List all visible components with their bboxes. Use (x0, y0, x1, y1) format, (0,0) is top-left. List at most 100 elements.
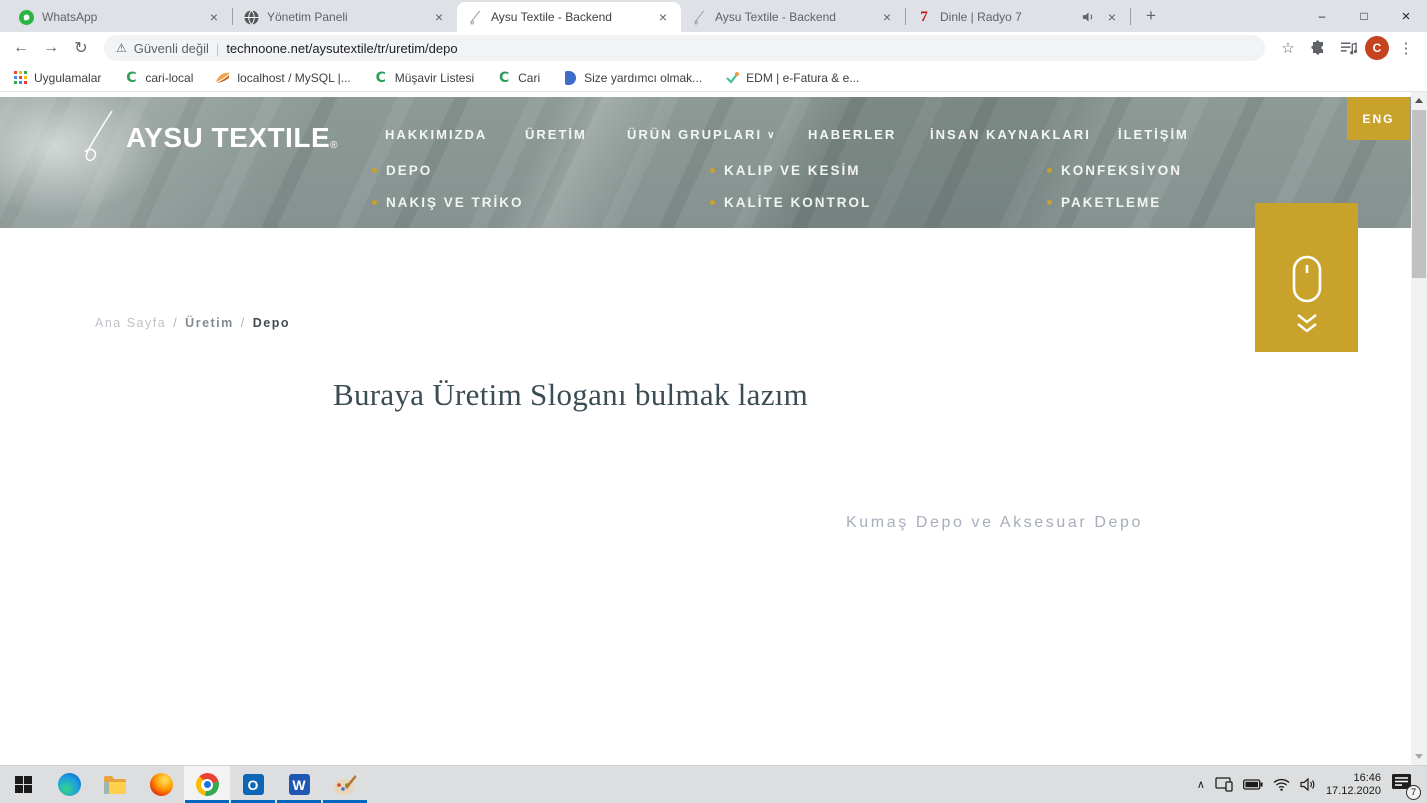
browser-menu-icon[interactable]: ⋮ (1393, 35, 1419, 61)
bookmarks-bar: Uygulamalar C cari-local localhost / MyS… (0, 64, 1427, 92)
submenu-konfeksiyon[interactable]: KONFEKSİYON (1047, 163, 1182, 178)
url-text[interactable]: technoone.net/aysutextile/tr/uretim/depo (226, 41, 457, 56)
close-icon[interactable]: × (655, 9, 671, 25)
window-controls: – □ × (1301, 0, 1427, 32)
bookmark-label: Size yardımcı olmak... (584, 71, 702, 85)
bullet-icon (710, 200, 715, 205)
display-icon[interactable] (1215, 777, 1233, 792)
cari-icon: C (123, 70, 139, 86)
window-maximize-button[interactable]: □ (1343, 0, 1385, 32)
tab-yonetim-paneli[interactable]: Yönetim Paneli × (233, 2, 457, 32)
breadcrumb-current: Depo (253, 316, 290, 330)
outlook-icon: O (241, 773, 265, 797)
close-icon[interactable]: × (879, 9, 895, 25)
tab-audio-icon[interactable] (1080, 9, 1096, 25)
breadcrumb-section[interactable]: Üretim (185, 316, 234, 330)
close-icon[interactable]: × (431, 9, 447, 25)
submenu-nakis-ve-triko[interactable]: NAKIŞ VE TRİKO (372, 195, 524, 210)
wifi-icon[interactable] (1273, 778, 1290, 791)
bookmark-label: cari-local (145, 71, 193, 85)
tab-aysu-textile-2[interactable]: Aysu Textile - Backend × (681, 2, 905, 32)
close-icon[interactable]: × (206, 9, 222, 25)
bullet-icon (710, 168, 715, 173)
submenu-kalip-ve-kesim[interactable]: KALIP VE KESİM (710, 163, 861, 178)
volume-icon[interactable] (1300, 778, 1316, 791)
media-controls-icon[interactable] (1335, 35, 1361, 61)
nav-iletisim[interactable]: İLETİŞİM (1118, 127, 1189, 142)
start-button[interactable] (0, 766, 46, 803)
taskbar-paint[interactable] (322, 766, 368, 803)
security-label: Güvenli değil (134, 41, 209, 56)
close-icon[interactable]: × (1104, 9, 1120, 25)
taskbar-word[interactable]: W (276, 766, 322, 803)
bookmark-size-yardimci[interactable]: Size yardımcı olmak... (562, 70, 702, 86)
mouse-icon (1291, 255, 1323, 303)
window-minimize-button[interactable]: – (1301, 0, 1343, 32)
tab-title: Aysu Textile - Backend (715, 10, 871, 24)
needle-icon (691, 9, 707, 25)
bookmark-label: Cari (518, 71, 540, 85)
scrollbar-thumb[interactable] (1412, 110, 1426, 278)
back-button[interactable]: ← (8, 35, 34, 61)
window-close-button[interactable]: × (1385, 0, 1427, 32)
scroll-down-indicator[interactable] (1255, 203, 1358, 352)
submenu-paketleme[interactable]: PAKETLEME (1047, 195, 1161, 210)
bookmark-musavir-listesi[interactable]: C Müşavir Listesi (373, 70, 474, 86)
bullet-icon (372, 200, 377, 205)
chevron-down-icon: ∨ (767, 130, 774, 141)
nav-uretim[interactable]: ÜRETİM (525, 127, 587, 142)
bookmark-apps[interactable]: Uygulamalar (12, 70, 101, 86)
bookmark-cari[interactable]: C Cari (496, 70, 540, 86)
nav-hakkimizda[interactable]: HAKKIMIZDA (385, 127, 487, 142)
nav-haberler[interactable]: HABERLER (808, 127, 896, 142)
reload-button[interactable]: ↻ (68, 35, 94, 61)
bookmark-phpmyadmin[interactable]: localhost / MySQL |... (215, 70, 350, 86)
address-bar[interactable]: ⚠ Güvenli değil | technoone.net/aysutext… (104, 35, 1265, 61)
bookmark-star-icon[interactable]: ☆ (1275, 35, 1301, 61)
taskbar-clock[interactable]: 16:46 17.12.2020 (1326, 772, 1381, 798)
not-secure-icon[interactable]: ⚠ (116, 41, 127, 55)
apps-grid-icon (12, 70, 28, 86)
page-title: Buraya Üretim Sloganı bulmak lazım (333, 377, 808, 413)
bookmark-label: localhost / MySQL |... (237, 71, 350, 85)
bookmark-edm-efatura[interactable]: EDM | e-Fatura & e... (724, 70, 859, 86)
bookmark-cari-local[interactable]: C cari-local (123, 70, 193, 86)
page-scrollbar[interactable] (1411, 92, 1427, 765)
scrollbar-up-arrow[interactable] (1415, 98, 1423, 103)
extensions-icon[interactable] (1305, 35, 1331, 61)
submenu-depo[interactable]: DEPO (372, 163, 432, 178)
cari-icon: C (496, 70, 512, 86)
browser-tab-strip: WhatsApp × Yönetim Paneli × Aysu Textile… (0, 0, 1427, 32)
new-tab-button[interactable]: + (1137, 2, 1165, 30)
word-icon: W (287, 773, 311, 797)
notification-center-icon[interactable]: 7 (1391, 773, 1417, 797)
site-header-hero: AYSU TEXTILE® HAKKIMIZDA ÜRETİM ÜRÜN GRU… (0, 97, 1411, 228)
forward-button[interactable]: → (38, 35, 64, 61)
address-divider: | (216, 41, 219, 56)
nav-insan-kaynaklari[interactable]: İNSAN KAYNAKLARI (930, 127, 1091, 142)
tab-whatsapp[interactable]: WhatsApp × (8, 2, 232, 32)
site-logo[interactable]: AYSU TEXTILE® (78, 109, 338, 172)
taskbar-outlook[interactable]: O (230, 766, 276, 803)
tab-aysu-textile-active[interactable]: Aysu Textile - Backend × (457, 2, 681, 32)
profile-avatar[interactable]: C (1365, 36, 1389, 60)
battery-icon[interactable] (1243, 779, 1263, 790)
edge-icon (57, 773, 81, 797)
tray-expand-icon[interactable]: ∧ (1197, 778, 1205, 791)
nav-urun-gruplari[interactable]: ÜRÜN GRUPLARI∨ (627, 127, 774, 142)
taskbar-chrome[interactable] (184, 766, 230, 803)
submenu-kalite-kontrol[interactable]: KALİTE KONTROL (710, 195, 871, 210)
file-explorer-icon (103, 773, 127, 797)
tab-radyo7[interactable]: 7 Dinle | Radyo 7 × (906, 2, 1130, 32)
clock-time: 16:46 (1326, 772, 1381, 785)
taskbar-file-explorer[interactable] (92, 766, 138, 803)
taskbar-edge[interactable] (46, 766, 92, 803)
language-switch-eng[interactable]: ENG (1347, 97, 1410, 140)
scrollbar-down-arrow[interactable] (1415, 754, 1423, 759)
taskbar-firefox[interactable] (138, 766, 184, 803)
system-tray: ∧ 16:46 17.12.2020 7 (1197, 766, 1427, 803)
breadcrumb-home[interactable]: Ana Sayfa (95, 316, 166, 330)
browser-toolbar: ← → ↻ ⚠ Güvenli değil | technoone.net/ay… (0, 32, 1427, 64)
tab-title: WhatsApp (42, 10, 198, 24)
needle-logo-icon (78, 109, 120, 172)
